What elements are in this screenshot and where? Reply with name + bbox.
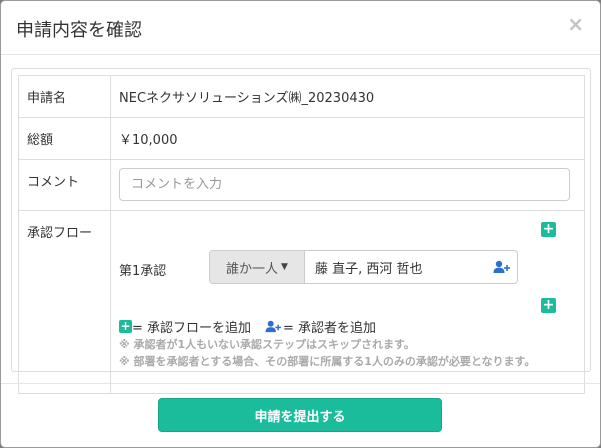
table-row-flow: 承認フロー + 第1承認 誰か一人 ▼ 藤 直子, 西河 哲也 + + = 承認… <box>18 210 585 394</box>
comment-label: コメント <box>18 159 111 211</box>
comment-input[interactable] <box>119 168 570 201</box>
table-row-name: 申請名 NECネクサソリューションズ㈱_20230430 <box>18 75 585 118</box>
legend-add-flow: = 承認フローを追加 <box>132 321 252 336</box>
flow-label: 承認フロー <box>18 210 111 394</box>
amount-label: 総額 <box>18 117 111 160</box>
confirm-application-modal: 申請内容を確認 × 申請名 NECネクサソリューションズ㈱_20230430 総… <box>0 0 601 448</box>
name-label: 申請名 <box>18 75 111 118</box>
name-value: NECネクサソリューションズ㈱_20230430 <box>110 75 585 118</box>
note-skip: ※ 承認者が1人もいない承認ステップはスキップされます。 <box>119 338 415 351</box>
note-department: ※ 部署を承認者とする場合、その部署に所属する1人のみの承認が必要となります。 <box>119 355 536 368</box>
approval-flow: + 第1承認 誰か一人 ▼ 藤 直子, 西河 哲也 + + = 承認フローを追加… <box>119 222 576 382</box>
legend-user-plus-icon <box>265 320 281 333</box>
legend-plus-icon: + <box>119 319 132 333</box>
flow-cell: + 第1承認 誰か一人 ▼ 藤 直子, 西河 哲也 + + = 承認フローを追加… <box>110 210 585 394</box>
comment-cell <box>110 159 585 211</box>
add-flow-top-plus-icon[interactable]: + <box>541 222 556 237</box>
step-input-group: 誰か一人 ▼ 藤 直子, 西河 哲也 <box>209 250 518 284</box>
details-panel: 申請名 NECネクサソリューションズ㈱_20230430 総額 ￥10,000 … <box>11 68 591 394</box>
approvers-field[interactable]: 藤 直子, 西河 哲也 <box>305 251 487 283</box>
modal-header: 申請内容を確認 × <box>1 1 600 55</box>
step-label: 第1承認 <box>119 264 167 279</box>
legend: + = 承認フローを追加 = 承認者を追加 <box>119 317 376 336</box>
caret-down-icon: ▼ <box>281 262 288 272</box>
table-row-amount: 総額 ￥10,000 <box>18 117 585 160</box>
close-icon[interactable]: × <box>567 14 584 34</box>
submit-application-button[interactable]: 申請を提出する <box>158 398 442 432</box>
modal-footer: 申請を提出する <box>1 383 600 447</box>
amount-value: ￥10,000 <box>110 117 585 160</box>
modal-title: 申請内容を確認 <box>16 20 142 41</box>
notes: ※ 承認者が1人もいない承認ステップはスキップされます。 ※ 部署を承認者とする… <box>119 336 535 370</box>
approval-mode-select[interactable]: 誰か一人 ▼ <box>210 251 305 283</box>
table-row-comment: コメント <box>18 159 585 211</box>
add-flow-bottom-plus-icon[interactable]: + <box>541 298 556 313</box>
legend-add-approver: = 承認者を追加 <box>283 321 377 336</box>
details-table: 申請名 NECネクサソリューションズ㈱_20230430 総額 ￥10,000 … <box>18 75 585 394</box>
approval-mode-value: 誰か一人 <box>226 261 279 277</box>
user-plus-icon[interactable] <box>487 251 517 283</box>
